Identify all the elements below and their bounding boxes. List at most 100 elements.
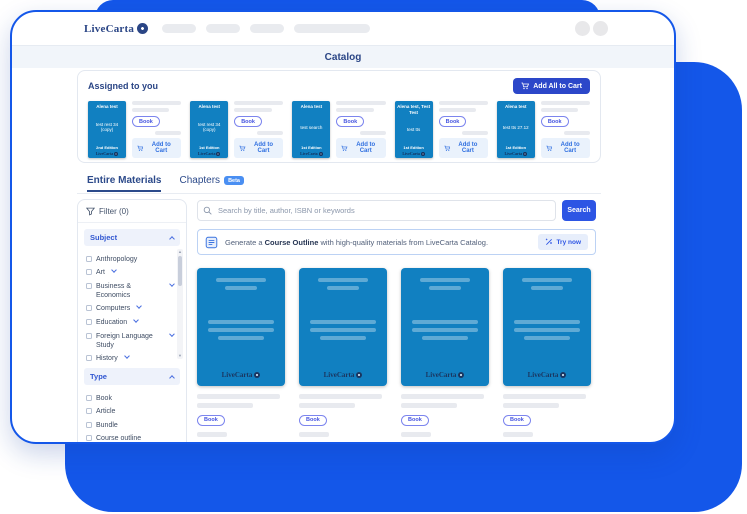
book-cover[interactable]: LiveCarta [401, 268, 489, 386]
checkbox[interactable] [86, 283, 92, 289]
tab-chapters[interactable]: Chapters Beta [179, 175, 244, 190]
subject-option-education[interactable]: Education [86, 318, 174, 327]
catalog-book-card[interactable]: LiveCarta Book [503, 268, 591, 437]
subject-option-art[interactable]: Art [86, 268, 174, 277]
book-edition: 1st Edition [192, 145, 226, 150]
book-meta: Book Add to Cart [336, 101, 385, 158]
chevron-down-icon[interactable] [133, 317, 139, 323]
scrollbar-thumb[interactable] [178, 256, 182, 286]
assigned-book-card[interactable]: Alena test test search 1st Edition LiveC… [292, 101, 385, 158]
subject-option-business-economics[interactable]: Business & Economics [86, 282, 174, 300]
catalog-book-card[interactable]: LiveCarta Book [197, 268, 285, 437]
catalog-book-card[interactable]: LiveCarta Book [401, 268, 489, 437]
nav-placeholder-pill[interactable] [294, 24, 370, 33]
book-cover: Alena test test search 1st Edition LiveC… [292, 101, 330, 158]
try-now-button[interactable]: Try now [538, 234, 588, 250]
tab-entire-materials[interactable]: Entire Materials [87, 175, 161, 192]
cart-icon [546, 145, 552, 152]
nav-placeholder-pill[interactable] [162, 24, 196, 33]
filter-header[interactable]: Filter (0) [78, 200, 186, 223]
assigned-section: Assigned to you Add All to Cart Alena te… [77, 70, 601, 163]
book-type-badge: Book [234, 116, 262, 127]
price-placeholder [503, 432, 533, 437]
subject-option-foreign-language-study[interactable]: Foreign Language Study [86, 332, 174, 350]
scroll-up-icon[interactable]: ▲ [178, 249, 182, 255]
assigned-book-card[interactable]: Alena test test rest 34 (copy) 1st Editi… [190, 101, 283, 158]
add-all-to-cart-label: Add All to Cart [533, 83, 582, 90]
add-to-cart-label: Add to Cart [249, 142, 279, 154]
nav-placeholder-pill[interactable] [250, 24, 284, 33]
search-button[interactable]: Search [562, 200, 596, 221]
nav-placeholder-pill[interactable] [206, 24, 240, 33]
book-title: test search [294, 125, 328, 131]
assigned-book-card[interactable]: Alena test test tts 27.12 1st Edition Li… [497, 101, 590, 158]
publisher-mark: LiveCarta [197, 371, 285, 379]
type-option-article[interactable]: Article [86, 407, 174, 416]
subject-option-history[interactable]: History [86, 354, 174, 362]
type-option-course-outline[interactable]: Course outline [86, 434, 174, 443]
title-placeholder [541, 101, 590, 105]
checkbox[interactable] [86, 256, 92, 262]
chevron-down-icon[interactable] [169, 331, 174, 336]
checkbox[interactable] [86, 355, 92, 361]
title-placeholder [234, 101, 283, 105]
page-title: Catalog [325, 52, 362, 63]
subject-list-scrollbar[interactable]: ▲ ▼ [177, 249, 183, 359]
checkbox[interactable] [86, 319, 92, 325]
scroll-down-icon[interactable]: ▼ [178, 353, 182, 359]
add-to-cart-button[interactable]: Add to Cart [234, 138, 283, 158]
book-cover[interactable]: LiveCarta [299, 268, 387, 386]
add-to-cart-button[interactable]: Add to Cart [439, 138, 488, 158]
book-title: test rest 34 (copy) [90, 122, 124, 133]
avatar-circle[interactable] [575, 21, 590, 36]
assigned-book-card[interactable]: Alena test test rest 34 (copy) 2nd Editi… [88, 101, 181, 158]
filter-funnel-icon [86, 207, 95, 216]
filter-section-type[interactable]: Type [84, 368, 180, 385]
checkbox[interactable] [86, 435, 92, 441]
publisher-mark: LiveCarta [499, 151, 533, 156]
chevron-down-icon[interactable] [124, 353, 130, 359]
checkbox[interactable] [86, 395, 92, 401]
subject-option-anthropology[interactable]: Anthropology [86, 255, 174, 264]
checkbox[interactable] [86, 408, 92, 414]
livecarta-mini-icon [356, 372, 362, 378]
avatar-circle[interactable] [593, 21, 608, 36]
add-to-cart-label: Add to Cart [555, 142, 585, 154]
book-meta: Book Add to Cart [439, 101, 488, 158]
book-edition: 1st Edition [294, 145, 328, 150]
checkbox[interactable] [86, 333, 92, 339]
add-to-cart-label: Add to Cart [351, 142, 381, 154]
add-to-cart-button[interactable]: Add to Cart [132, 138, 181, 158]
search-input[interactable] [197, 200, 556, 221]
magic-wand-icon [545, 238, 553, 246]
price-placeholder [462, 131, 488, 135]
cart-icon [444, 145, 450, 152]
filter-section-subject[interactable]: Subject [84, 229, 180, 246]
title-placeholder [197, 394, 280, 399]
add-to-cart-button[interactable]: Add to Cart [336, 138, 385, 158]
subject-option-computers[interactable]: Computers [86, 304, 174, 313]
checkbox[interactable] [86, 305, 92, 311]
checkbox[interactable] [86, 269, 92, 275]
book-author: Alena test [192, 104, 226, 110]
title-placeholder [197, 403, 253, 408]
checkbox[interactable] [86, 422, 92, 428]
publisher-mark: LiveCarta [401, 371, 489, 379]
chevron-down-icon[interactable] [169, 281, 175, 287]
book-type-badge: Book [299, 415, 327, 426]
add-all-to-cart-button[interactable]: Add All to Cart [513, 78, 590, 94]
title-placeholder [412, 328, 479, 332]
type-option-bundle[interactable]: Bundle [86, 421, 174, 430]
author-placeholder [429, 286, 461, 290]
book-cover[interactable]: LiveCarta [197, 268, 285, 386]
type-option-book[interactable]: Book [86, 394, 174, 403]
catalog-book-card[interactable]: LiveCarta Book [299, 268, 387, 437]
livecarta-mini-icon [114, 152, 118, 156]
book-cover[interactable]: LiveCarta [503, 268, 591, 386]
chevron-down-icon[interactable] [111, 267, 117, 273]
chevron-down-icon[interactable] [136, 304, 142, 310]
livecarta-logo[interactable]: LiveCarta [84, 23, 148, 35]
author-placeholder [531, 286, 563, 290]
assigned-book-card[interactable]: Alena test, Test Test test tts 1st Editi… [395, 101, 488, 158]
add-to-cart-button[interactable]: Add to Cart [541, 138, 590, 158]
